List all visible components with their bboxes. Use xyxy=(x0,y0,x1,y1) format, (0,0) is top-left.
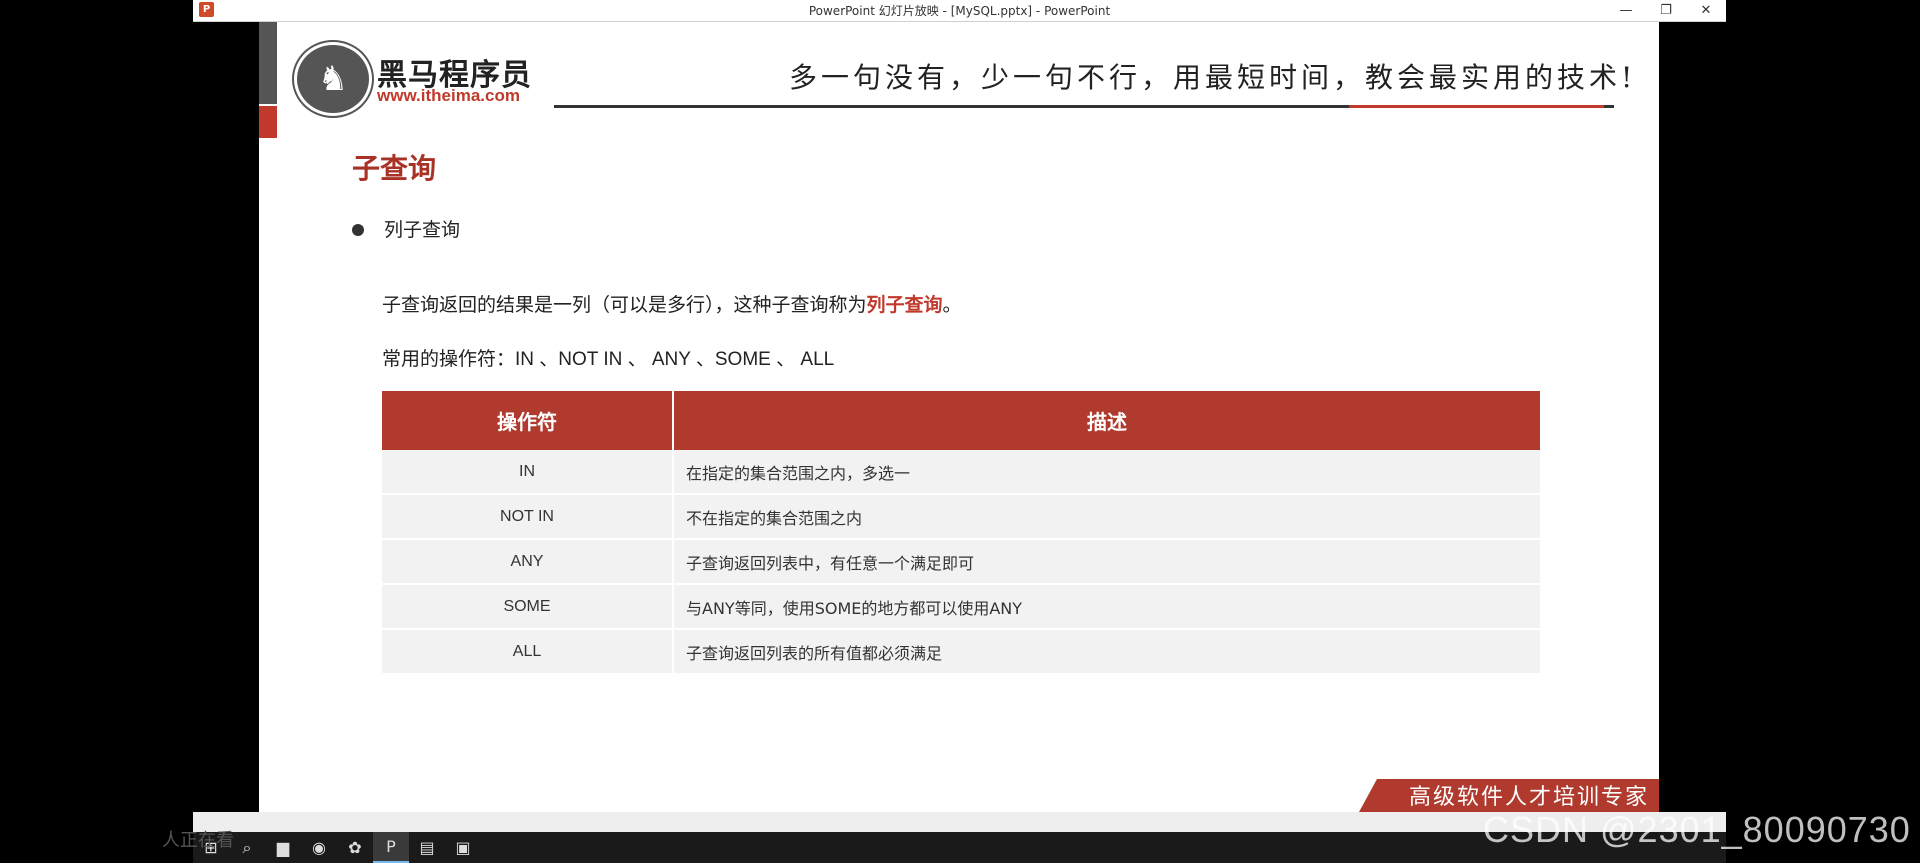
cell-operator: ANY xyxy=(382,540,674,583)
brand-url: www.itheima.com xyxy=(377,86,520,105)
left-accent-bar-red xyxy=(259,106,277,138)
slogan: 多一句没有，少一句不行，用最短时间，教会最实用的技术! xyxy=(789,61,1637,94)
footer-banner-text: 高级软件人才培训专家 xyxy=(1409,785,1650,810)
header-operator: 操作符 xyxy=(382,391,674,450)
bullet-icon xyxy=(352,224,364,236)
bullet-text: 列子查询 xyxy=(384,219,461,241)
description-highlight: 列子查询 xyxy=(866,294,943,316)
app-icon[interactable]: ✿ xyxy=(337,832,373,863)
chrome-icon[interactable]: ◉ xyxy=(301,832,337,863)
cell-operator: ALL xyxy=(382,630,674,673)
table-row: NOT IN 不在指定的集合范围之内 xyxy=(382,495,1540,540)
search-icon[interactable]: ⌕ xyxy=(229,832,265,863)
header-description: 描述 xyxy=(1087,410,1127,434)
close-button[interactable]: ✕ xyxy=(1686,0,1726,21)
cell-operator: NOT IN xyxy=(382,495,674,538)
header-rule-accent xyxy=(1349,105,1604,108)
title-bar: P PowerPoint 幻灯片放映 - [MySQL.pptx] - Powe… xyxy=(193,0,1726,22)
cell-operator: SOME xyxy=(382,585,674,628)
powerpoint-taskbar-icon[interactable]: P xyxy=(373,832,409,863)
cell-description: 在指定的集合范围之内，多选一 xyxy=(686,463,911,483)
cell-description: 子查询返回列表中，有任意一个满足即可 xyxy=(686,553,975,573)
table-row: ANY 子查询返回列表中，有任意一个满足即可 xyxy=(382,540,1540,585)
file-explorer-icon[interactable]: ▆ xyxy=(265,832,301,863)
description-prefix: 子查询返回的结果是一列（可以是多行），这种子查询称为 xyxy=(382,294,867,316)
table-header: 操作符 描述 xyxy=(382,391,1540,450)
window-controls: — ❐ ✕ xyxy=(1606,0,1726,21)
operator-table: 操作符 描述 IN 在指定的集合范围之内，多选一 NOT IN 不在指定的集合范… xyxy=(382,391,1540,675)
cell-description: 与ANY等同，使用SOME的地方都可以使用ANY xyxy=(686,598,1023,618)
powerpoint-window: P PowerPoint 幻灯片放映 - [MySQL.pptx] - Powe… xyxy=(193,0,1726,863)
description-suffix: 。 xyxy=(942,294,962,316)
table-row: IN 在指定的集合范围之内，多选一 xyxy=(382,450,1540,495)
operators-text: 常用的操作符：IN 、NOT IN 、 ANY 、SOME 、 ALL xyxy=(382,349,835,370)
editor-icon[interactable]: ▤ xyxy=(409,832,445,863)
description-text: 子查询返回的结果是一列（可以是多行），这种子查询称为列子查询。 xyxy=(382,290,962,317)
cell-operator: IN xyxy=(382,450,674,493)
viewer-count: 人正在看 xyxy=(162,830,234,851)
slide: ♞ 黑马程序员 www.itheima.com 多一句没有，少一句不行，用最短时… xyxy=(259,22,1659,812)
terminal-icon[interactable]: ▣ xyxy=(445,832,481,863)
table-row: SOME 与ANY等同，使用SOME的地方都可以使用ANY xyxy=(382,585,1540,630)
left-accent-bar xyxy=(259,22,277,104)
watermark: CSDN @2301_80090730 xyxy=(1483,809,1911,850)
table-row: ALL 子查询返回列表的所有值都必须满足 xyxy=(382,630,1540,675)
restore-button[interactable]: ❐ xyxy=(1646,0,1686,21)
minimize-button[interactable]: — xyxy=(1606,0,1646,21)
cell-description: 不在指定的集合范围之内 xyxy=(686,508,863,528)
horse-logo-icon: ♞ xyxy=(294,42,372,116)
cell-description: 子查询返回列表的所有值都必须满足 xyxy=(686,643,943,663)
window-title: PowerPoint 幻灯片放映 - [MySQL.pptx] - PowerP… xyxy=(808,4,1111,18)
slide-heading: 子查询 xyxy=(352,152,437,185)
powerpoint-icon: P xyxy=(199,2,214,17)
